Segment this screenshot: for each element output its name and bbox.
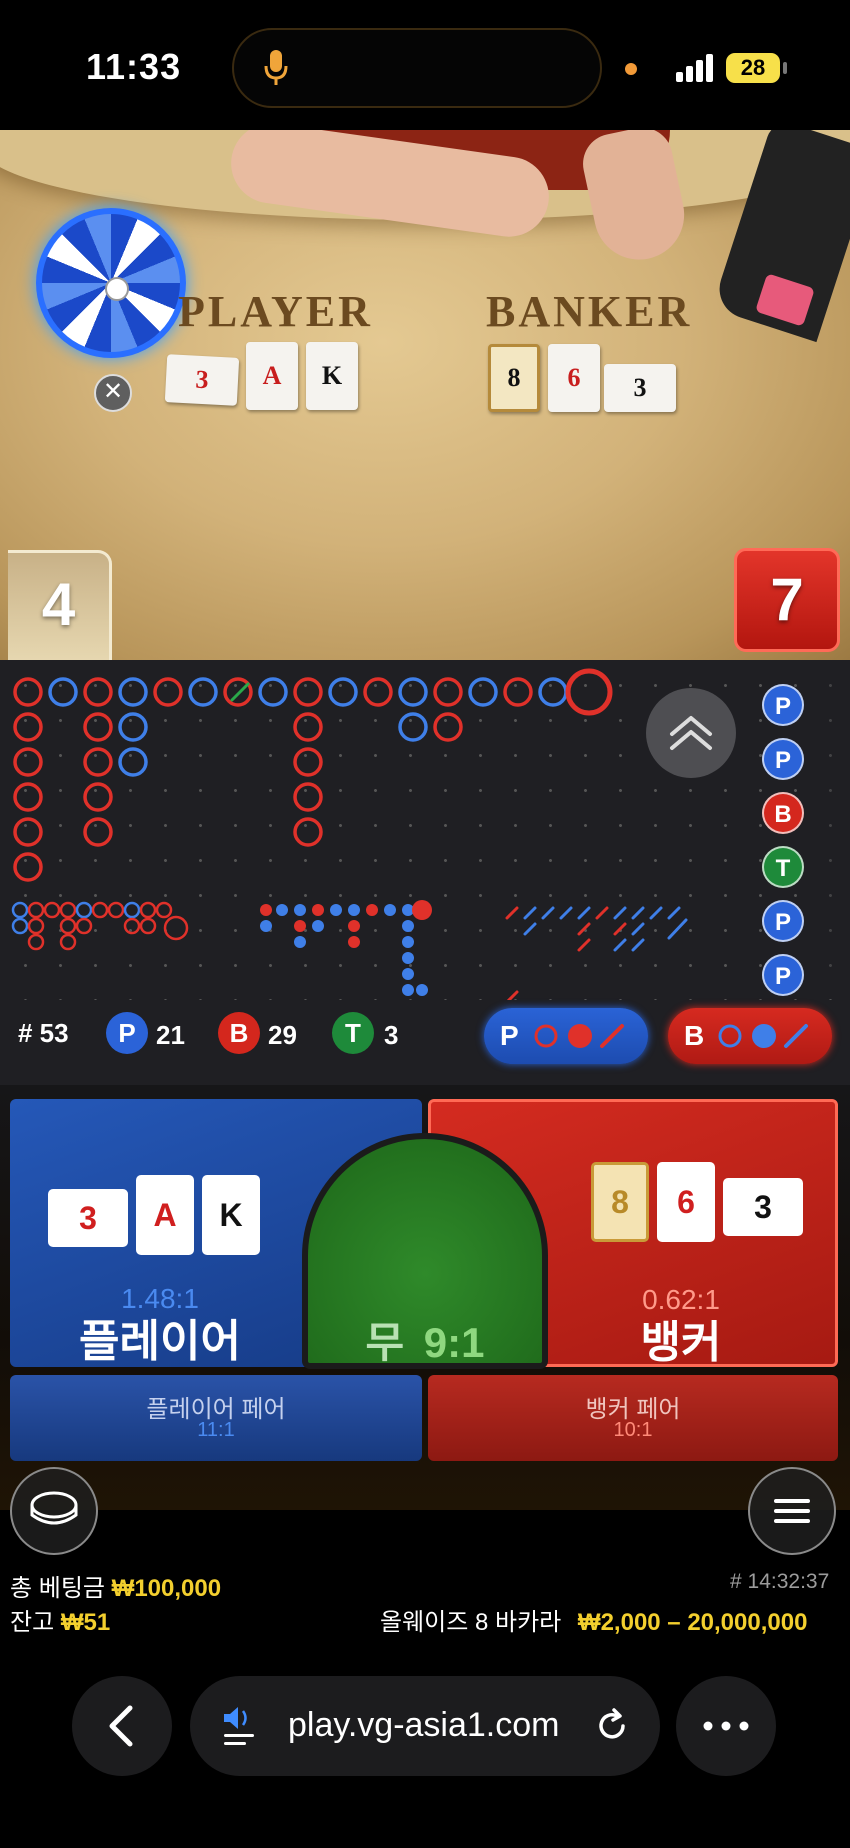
banker-pair-bet-spot[interactable]: 뱅커 페어 10:1 — [428, 1375, 838, 1461]
battery-tip — [783, 62, 787, 74]
privacy-indicator-dot — [625, 63, 637, 75]
round-count: # 53 — [18, 1018, 69, 1048]
roadmap-stats: # 53 P 21 B 29 T 3 P B — [0, 1002, 850, 1066]
banker-stat-badge: B — [218, 1012, 260, 1054]
close-wheel-button[interactable]: ✕ — [94, 374, 132, 412]
player-next-predict-button[interactable]: P — [484, 1008, 648, 1064]
audio-playing-icon — [224, 1707, 254, 1745]
player-bet-label: 플레이어 — [79, 1317, 241, 1366]
battery-icon: 28 — [726, 53, 780, 83]
banker-bet-card-1: 8 — [591, 1162, 649, 1242]
player-bet-card-1: 3 — [48, 1189, 128, 1247]
banker-card-2: 6 — [548, 344, 600, 412]
address-bar[interactable]: play.vg-asia1.com — [190, 1676, 660, 1776]
chip-stack-icon — [30, 1491, 78, 1525]
table-banker-label: BANKER — [486, 287, 693, 336]
banker-score: 7 — [734, 548, 840, 652]
cellular-signal-icon — [676, 54, 713, 82]
predict-player-symbols-icon — [534, 1024, 624, 1048]
balance-label: 잔고 — [10, 1609, 55, 1636]
betting-area: 3 A K 1.48:1 플레이어 8 6 3 0.62:1 뱅커 무 9:1 … — [0, 1085, 850, 1555]
player-pair-bet-spot[interactable]: 플레이어 페어 11:1 — [10, 1375, 422, 1461]
url-text: play.vg-asia1.com — [288, 1706, 560, 1744]
banker-bet-label: 뱅커 — [640, 1318, 722, 1367]
player-bet-card-3: K — [202, 1175, 260, 1255]
tie-count: 3 — [384, 1020, 399, 1050]
total-bet-value: ₩100,000 — [111, 1575, 222, 1602]
player-stat-badge: P — [106, 1012, 148, 1054]
player-bet-card-2: A — [136, 1175, 194, 1255]
tie-stat-badge: T — [332, 1012, 374, 1054]
player-score: 4 — [8, 550, 112, 660]
reload-icon[interactable] — [592, 1706, 632, 1746]
tie-bet-label: 무 — [365, 1319, 405, 1366]
status-bar: 11:33 28 — [0, 0, 850, 130]
banker-pair-odds: 10:1 — [613, 1419, 653, 1441]
chevron-left-icon — [109, 1705, 133, 1747]
player-card-3: K — [306, 342, 358, 410]
wheel-hub — [105, 277, 129, 301]
side-column-fade — [816, 684, 850, 998]
player-card-1: 3 — [164, 354, 240, 406]
hamburger-menu-icon — [774, 1499, 810, 1523]
table-name: 올웨이즈 8 바카라 — [380, 1609, 562, 1636]
scoreboard-roadmap[interactable]: P P B T P P # 53 P 21 B 29 T 3 P B — [0, 660, 850, 1085]
side-predict-b: B — [762, 792, 804, 834]
tie-bet-row: 무 9:1 — [308, 1309, 542, 1370]
banker-card-1: 8 — [488, 344, 540, 412]
tie-odds: 9:1 — [423, 1319, 485, 1366]
clock: 11:33 — [86, 46, 182, 87]
double-chevron-up-icon — [670, 716, 712, 750]
total-bet-info: 총 베팅금 ₩100,000 — [10, 1568, 221, 1603]
bet-limit: ₩2,000 – 20,000,000 — [577, 1609, 808, 1636]
more-options-button[interactable] — [676, 1676, 776, 1776]
bonus-wheel-icon[interactable] — [36, 208, 186, 358]
banker-bet-card-3: 3 — [723, 1178, 803, 1236]
banker-win-count: 29 — [268, 1020, 297, 1050]
ellipsis-icon — [703, 1721, 749, 1731]
chip-tray-button[interactable] — [10, 1467, 98, 1555]
dynamic-island — [232, 28, 602, 108]
tie-bet-spot[interactable]: 무 9:1 — [302, 1133, 548, 1369]
side-predict-t: T — [762, 846, 804, 888]
banker-bet-card-2: 6 — [657, 1162, 715, 1242]
side-predict-p-2: P — [762, 738, 804, 780]
collapse-roadmap-button[interactable] — [646, 688, 736, 778]
player-win-count: 21 — [156, 1020, 185, 1050]
banker-next-predict-button[interactable]: B — [668, 1008, 832, 1064]
total-bet-label: 총 베팅금 — [10, 1575, 105, 1602]
microphone-icon — [264, 50, 288, 85]
browser-toolbar: play.vg-asia1.com — [0, 1640, 850, 1848]
balance-info: 잔고 ₩51 — [10, 1602, 110, 1637]
predict-banker-letter: B — [684, 1020, 705, 1051]
side-predict-p-3: P — [762, 900, 804, 942]
balance-value: ₩51 — [60, 1609, 111, 1636]
predict-banker-symbols-icon — [718, 1024, 808, 1048]
table-limit-info: 올웨이즈 8 바카라 ₩2,000 – 20,000,000 — [380, 1602, 807, 1637]
table-player-label: PLAYER — [178, 287, 373, 336]
back-button[interactable] — [72, 1676, 172, 1776]
player-pair-odds: 11:1 — [197, 1419, 235, 1441]
banker-card-3: 3 — [604, 364, 676, 412]
round-timestamp: # 14:32:37 — [730, 1570, 830, 1593]
side-predict-p-4: P — [762, 954, 804, 996]
predict-player-letter: P — [500, 1020, 519, 1051]
player-card-2: A — [246, 342, 298, 410]
side-predict-p-1: P — [762, 684, 804, 726]
menu-button[interactable] — [748, 1467, 836, 1555]
live-table-video: ✕ PLAYER BANKER 3 A K 8 6 3 4 7 — [0, 130, 850, 660]
